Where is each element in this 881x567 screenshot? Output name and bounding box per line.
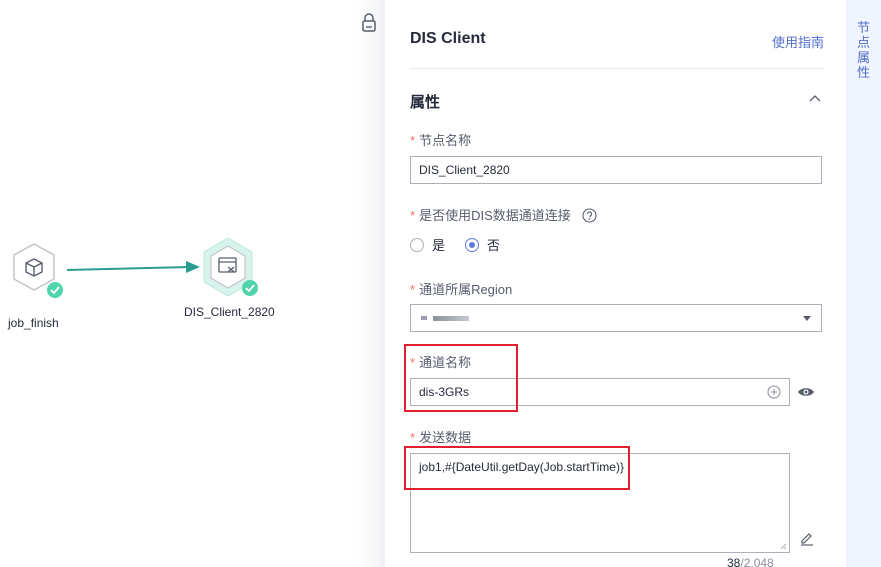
required-mark: * [410, 282, 416, 297]
job-finish-label: job_finish [8, 316, 59, 330]
divider [410, 68, 824, 69]
node-name-input[interactable]: DIS_Client_2820 [410, 156, 822, 184]
highlight-box [404, 344, 518, 412]
plus-circle-icon[interactable] [767, 385, 781, 399]
panel-title: DIS Client [410, 30, 486, 47]
radio-yes[interactable]: 是 [410, 235, 445, 254]
redacted-value [433, 315, 469, 321]
highlight-box [404, 446, 630, 490]
chevron-up-icon[interactable] [809, 94, 821, 102]
redacted-value [421, 316, 427, 320]
radio-yes-circle[interactable] [410, 237, 424, 252]
check-badge-icon [47, 282, 63, 298]
workflow-canvas[interactable]: job_finish DIS_Client_2820 [0, 0, 355, 567]
node-name-label: * 节点名称 [410, 133, 472, 148]
caret-down-icon [803, 316, 811, 321]
region-select[interactable] [410, 304, 822, 332]
panel-divider [355, 0, 385, 567]
char-counter: 38/2,048 [727, 556, 774, 567]
dis-client-node[interactable] [196, 236, 264, 302]
region-label: * 通道所属Region [410, 282, 513, 297]
right-sidebar [846, 0, 881, 567]
section-title: 属性 [410, 94, 441, 111]
check-badge-icon [242, 280, 258, 296]
eye-icon[interactable] [797, 386, 815, 398]
use-channel-label: * 是否使用DIS数据通道连接 [410, 205, 597, 224]
radio-no-circle[interactable] [465, 237, 480, 252]
tab-node-properties[interactable]: 节 点 属 性 [846, 20, 881, 80]
required-mark: * [410, 133, 416, 148]
required-mark: * [410, 208, 416, 223]
job-finish-node[interactable] [8, 240, 66, 300]
send-data-label: * 发送数据 [410, 430, 472, 445]
resize-handle-icon[interactable] [780, 543, 787, 550]
radio-no[interactable]: 否 [465, 235, 500, 254]
use-channel-radio-group: 是 否 [410, 235, 520, 254]
property-panel: DIS Client 使用指南 属性 * 节点名称 DIS_Client_2820… [385, 0, 839, 567]
required-mark: * [410, 430, 416, 445]
dis-client-label: DIS_Client_2820 [184, 305, 275, 319]
pencil-icon[interactable] [799, 530, 815, 546]
guide-link[interactable]: 使用指南 [772, 32, 824, 51]
help-icon[interactable] [582, 208, 597, 223]
lock-icon[interactable] [360, 12, 378, 34]
